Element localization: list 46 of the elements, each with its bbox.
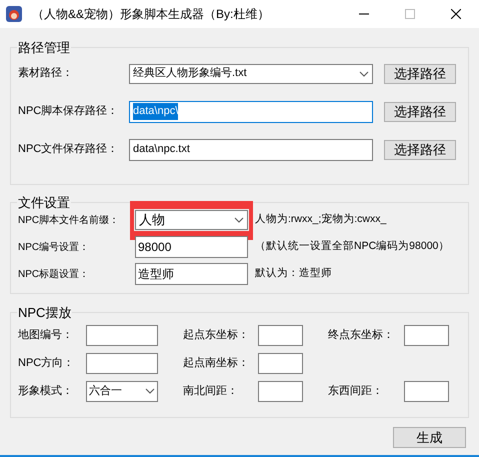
window-title: （人物&&宠物）形象脚本生成器（By:杜维） (32, 6, 270, 23)
choose-path-button[interactable]: 选择路径 (384, 64, 456, 84)
field-label: NPC方向： (18, 356, 76, 371)
app-icon (6, 6, 22, 22)
mode-dropdown[interactable]: 六合一 (86, 380, 158, 402)
field-label: NPC标题设置： (18, 268, 90, 282)
text-field[interactable] (258, 380, 303, 402)
choose-path-button[interactable]: 选择路径 (384, 102, 456, 122)
field-label: NPC编号设置： (18, 240, 90, 254)
field-label: NPC脚本文件名前缀： (18, 214, 120, 228)
generate-button[interactable]: 生成 (393, 427, 466, 448)
field-label: NPC文件保存路径： (18, 142, 120, 158)
text-field[interactable] (258, 324, 303, 346)
group-title: NPC摆放 (17, 304, 72, 322)
field-label: 素材路径： (18, 66, 74, 82)
text-field[interactable]: 造型师 (135, 263, 248, 285)
text-field[interactable] (258, 352, 303, 374)
text-field[interactable] (86, 352, 158, 374)
text-field[interactable] (86, 324, 158, 346)
field-value: data\npc.txt (133, 142, 190, 158)
path-field[interactable]: data\npc\ (129, 100, 373, 122)
field-label: 东西间距： (328, 384, 384, 399)
path-dropdown[interactable]: 经典区人物形象编号.txt (129, 64, 373, 84)
text-field[interactable] (404, 324, 449, 346)
field-label: NPC脚本保存路径： (18, 104, 120, 120)
path-field[interactable]: data\npc.txt (129, 138, 373, 160)
field-value: data\npc\ (133, 103, 178, 120)
hint-text: 默认为：造型师 (255, 266, 332, 282)
hint-text: （默认统一设置全部NPC编码为98000） (255, 239, 450, 254)
choose-path-button[interactable]: 选择路径 (384, 140, 456, 160)
field-label: 终点东坐标： (328, 328, 395, 343)
hint-text: 人物为:rwxx_;宠物为:cwxx_ (255, 212, 386, 228)
chevron-down-icon (234, 217, 244, 223)
text-field[interactable] (404, 380, 449, 402)
text-field[interactable]: 98000 (135, 236, 248, 258)
group-title: 文件设置 (17, 194, 71, 212)
field-label: 形象模式： (18, 384, 74, 399)
prefix-dropdown[interactable]: 人物 (135, 210, 248, 230)
field-label: 起点东坐标： (183, 328, 250, 343)
group-title: 路径管理 (17, 39, 71, 57)
close-icon[interactable] (451, 9, 461, 19)
field-label: 地图编号： (18, 328, 74, 343)
field-label: 南北间距： (183, 384, 239, 399)
field-label: 起点南坐标： (183, 356, 250, 371)
chevron-down-icon (359, 70, 369, 76)
chevron-down-icon (145, 388, 155, 394)
